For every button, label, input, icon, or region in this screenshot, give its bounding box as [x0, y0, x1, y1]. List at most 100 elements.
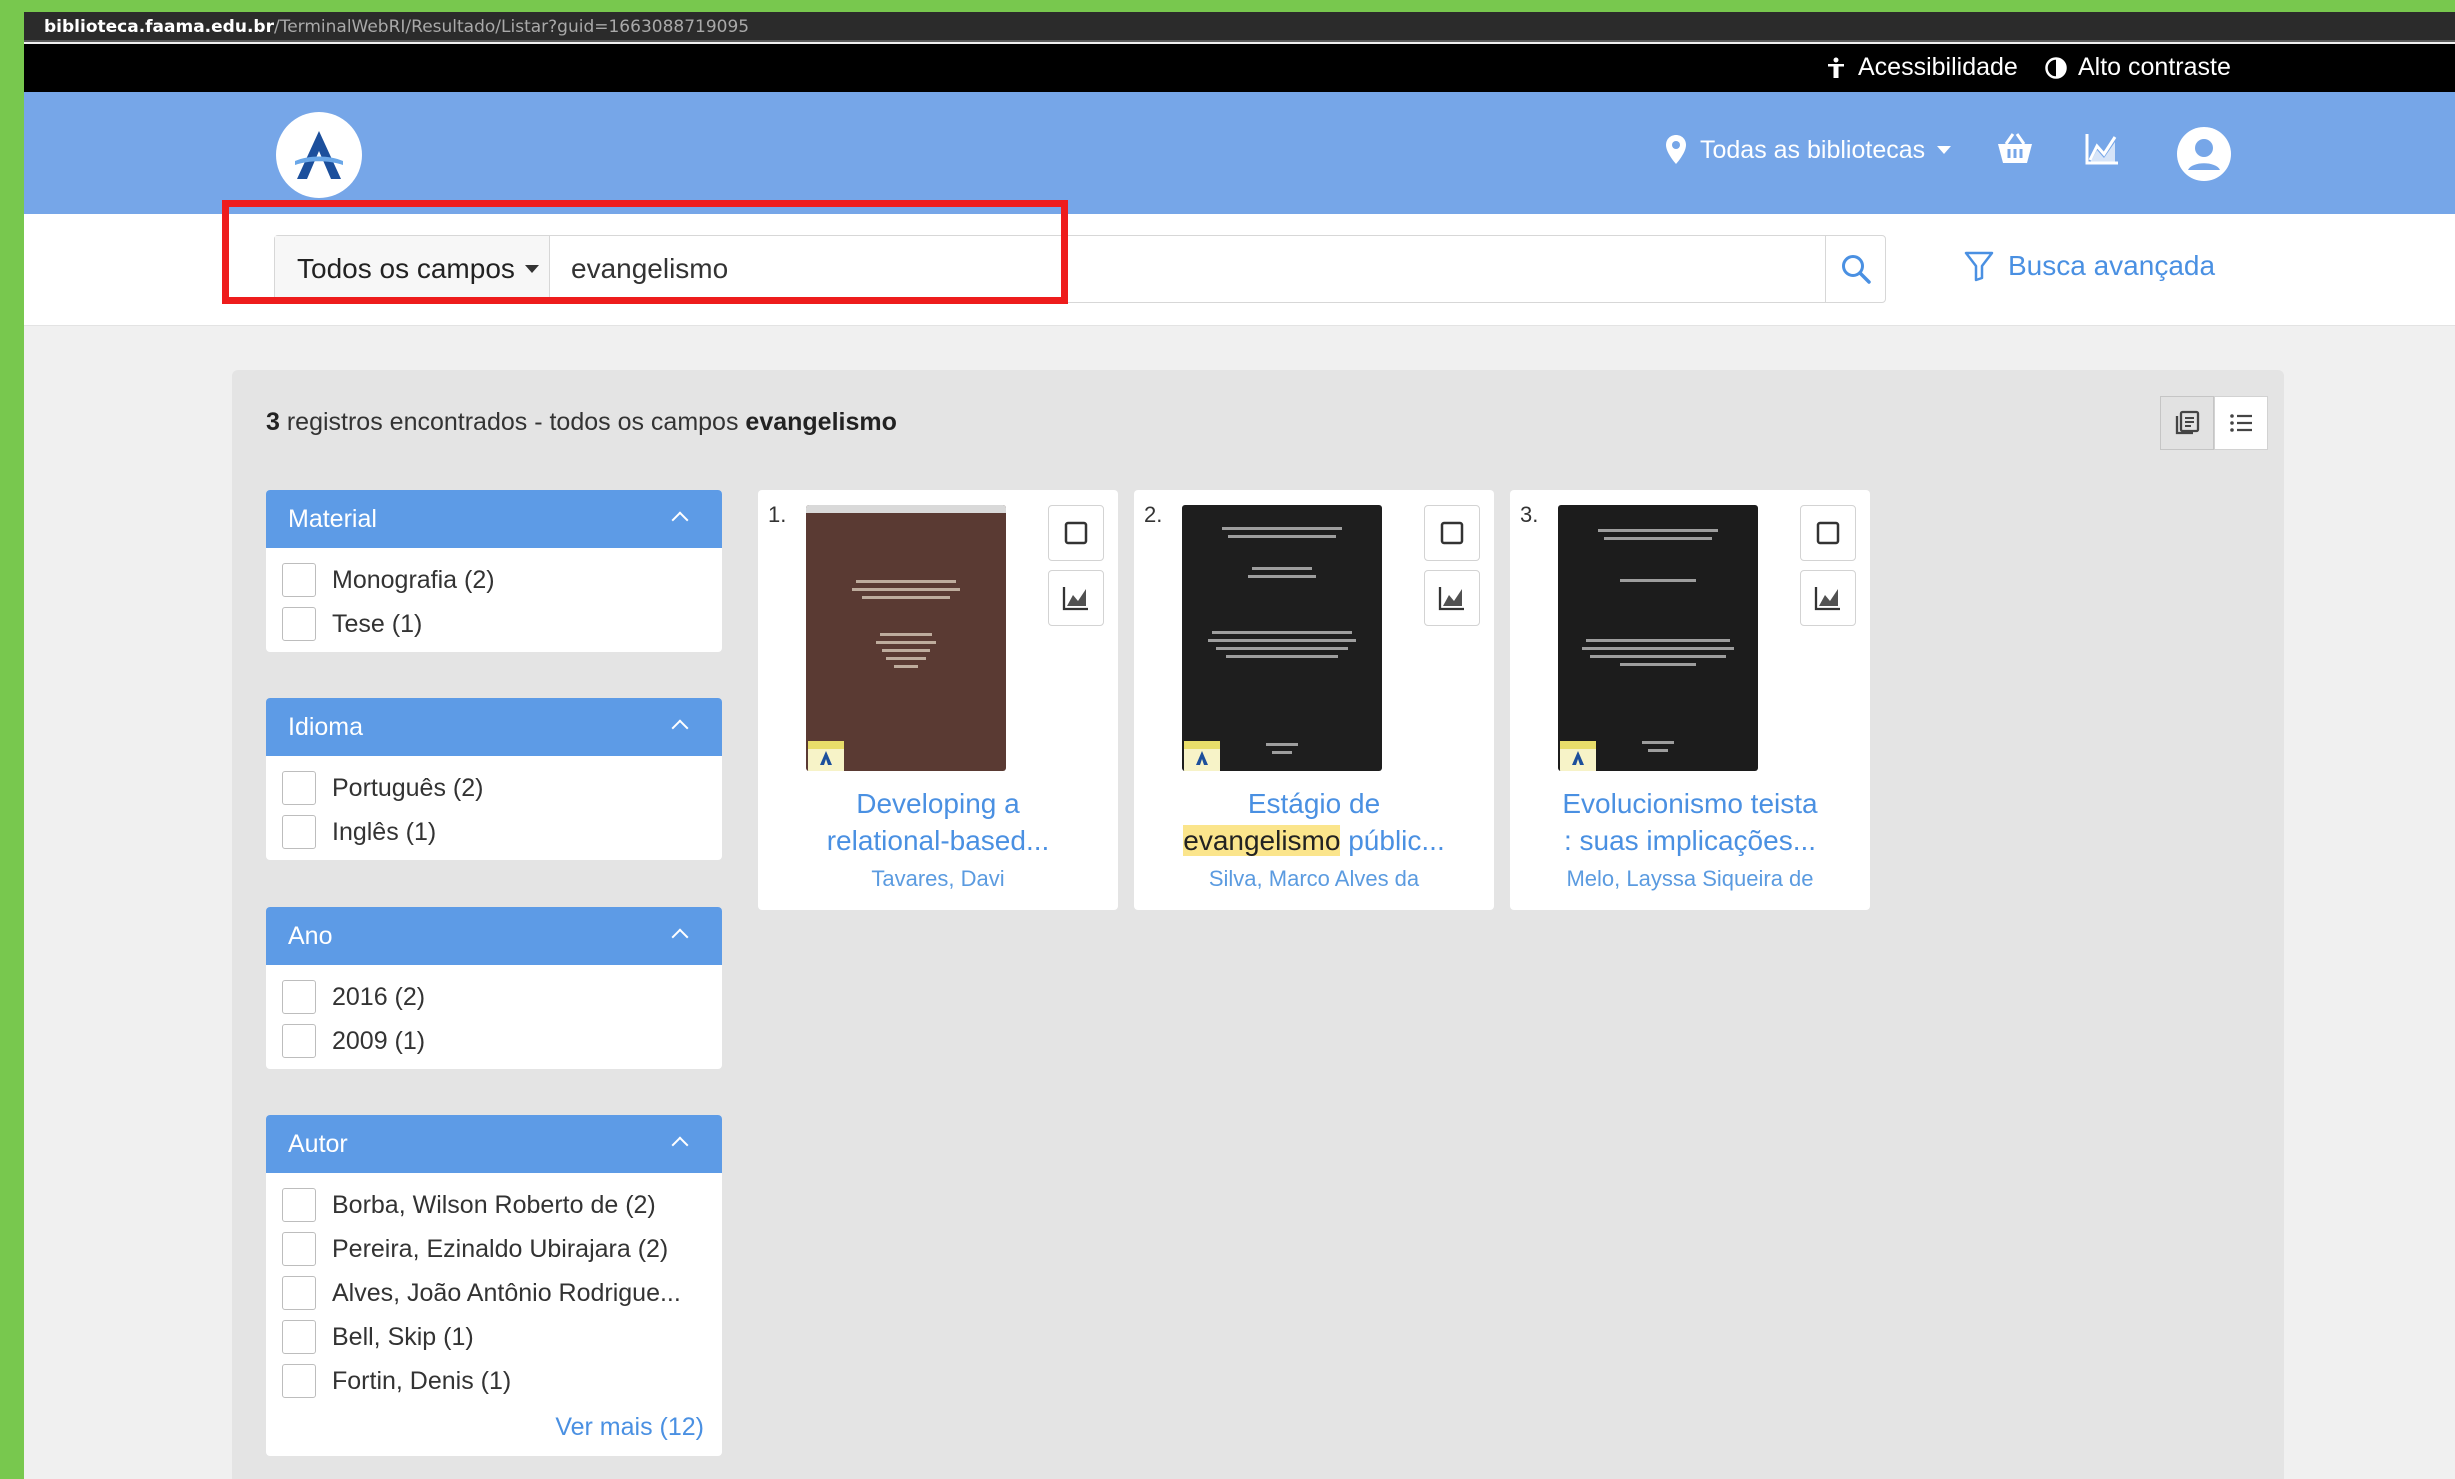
result-title[interactable]: Estágio de evangelismo públic...: [1134, 785, 1494, 859]
select-checkbox-button[interactable]: [1800, 505, 1856, 561]
facet-option[interactable]: Bell, Skip (1): [266, 1315, 722, 1359]
list-view-button[interactable]: [2214, 396, 2268, 450]
facet-option[interactable]: Alves, João Antônio Rodrigue...: [266, 1271, 722, 1315]
book-cover-image: [1558, 505, 1758, 771]
facet-title: Autor: [288, 1129, 348, 1158]
user-avatar-icon: [2177, 127, 2231, 181]
basket-button[interactable]: [1996, 132, 2034, 166]
results-count: 3: [266, 408, 280, 436]
site-header: Todas as bibliotecas: [24, 92, 2455, 214]
result-card[interactable]: 1. Developing a relational-based... Tava…: [758, 490, 1118, 910]
book-cover-image: [1182, 505, 1382, 771]
highlight-annotation: [222, 200, 1068, 304]
book-cover[interactable]: [1558, 505, 1758, 771]
results-summary-text: registros encontrados - todos os campos: [279, 408, 746, 436]
checkbox[interactable]: [282, 815, 316, 849]
facet-option[interactable]: 2016 (2): [266, 975, 722, 1019]
book-cover[interactable]: [806, 505, 1006, 771]
facet-option[interactable]: Borba, Wilson Roberto de (2): [266, 1183, 722, 1227]
show-more-link[interactable]: Ver mais (12): [266, 1413, 722, 1442]
facet-option[interactable]: Tese (1): [266, 602, 722, 646]
accessibility-link[interactable]: Acessibilidade: [1824, 53, 2018, 82]
result-author[interactable]: Silva, Marco Alves da: [1134, 866, 1494, 892]
advanced-search-link[interactable]: Busca avançada: [1964, 250, 2215, 282]
facet-header-idioma[interactable]: Idioma: [266, 698, 722, 756]
result-title[interactable]: Evolucionismo teista : suas implicações.…: [1510, 785, 1870, 859]
chevron-up-icon: [671, 719, 689, 737]
location-pin-icon: [1666, 135, 1686, 164]
facet-title: Ano: [288, 921, 333, 950]
checkbox[interactable]: [282, 1320, 316, 1354]
facet-title: Material: [288, 504, 377, 533]
facet-option[interactable]: Monografia (2): [266, 558, 722, 602]
result-title-line2: : suas implicações...: [1563, 825, 1817, 856]
checkbox[interactable]: [282, 1024, 316, 1058]
library-logo[interactable]: [276, 112, 362, 198]
view-toggle: [2160, 396, 2268, 450]
result-title[interactable]: Developing a relational-based...: [758, 785, 1118, 859]
results-summary: 3 registros encontrados - todos os campo…: [266, 408, 897, 437]
checkbox[interactable]: [282, 771, 316, 805]
url-host: biblioteca.faama.edu.br: [44, 17, 274, 37]
address-bar[interactable]: biblioteca.faama.edu.br/TerminalWebRI/Re…: [24, 12, 2455, 42]
logo-mark-icon: [295, 131, 343, 179]
checkbox[interactable]: [282, 563, 316, 597]
facet-header-autor[interactable]: Autor: [266, 1115, 722, 1173]
chevron-up-icon: [671, 928, 689, 946]
checkbox[interactable]: [282, 1276, 316, 1310]
book-cover-image: [806, 505, 1006, 771]
book-cover[interactable]: [1182, 505, 1382, 771]
grid-view-button[interactable]: [2160, 396, 2214, 450]
result-number: 2.: [1144, 502, 1163, 527]
checkbox[interactable]: [282, 980, 316, 1014]
result-number: 3.: [1520, 502, 1539, 527]
result-number: 1.: [768, 502, 787, 527]
facet-option-label: Monografia (2): [332, 565, 495, 594]
book-list-icon: [2175, 410, 2200, 435]
square-checkbox-icon: [1064, 521, 1088, 545]
url-path: /TerminalWebRI/Resultado/Listar?guid=166…: [273, 17, 750, 37]
checkbox[interactable]: [282, 1232, 316, 1266]
facet-header-ano[interactable]: Ano: [266, 907, 722, 965]
square-checkbox-icon: [1816, 521, 1840, 545]
facet-header-material[interactable]: Material: [266, 490, 722, 548]
high-contrast-label: Alto contraste: [2078, 53, 2231, 81]
facet-option-label: Tese (1): [332, 609, 423, 638]
search-button[interactable]: [1825, 236, 1885, 302]
facet-option[interactable]: Inglês (1): [266, 810, 722, 854]
statistics-button[interactable]: [1800, 570, 1856, 626]
facet-option[interactable]: Português (2): [266, 766, 722, 810]
statistics-button[interactable]: [1424, 570, 1480, 626]
chart-icon: [1814, 587, 1840, 611]
list-icon: [2230, 414, 2252, 432]
statistics-button[interactable]: [2084, 132, 2120, 166]
basket-icon: [1998, 133, 2032, 163]
checkbox[interactable]: [282, 607, 316, 641]
accessibility-icon: [1828, 57, 1844, 78]
facet-option-label: 2009 (1): [332, 1026, 426, 1055]
facet-option-label: Borba, Wilson Roberto de (2): [332, 1190, 656, 1219]
user-button[interactable]: [2176, 126, 2232, 182]
result-author[interactable]: Tavares, Davi: [758, 866, 1118, 892]
accessibility-bar: Acessibilidade Alto contraste: [24, 44, 2455, 92]
library-selector[interactable]: Todas as bibliotecas: [1664, 134, 1952, 166]
accessibility-label: Acessibilidade: [1858, 53, 2018, 81]
facet-idioma: Idioma Português (2) Inglês (1): [266, 698, 722, 860]
facet-option[interactable]: Pereira, Ezinaldo Ubirajara (2): [266, 1227, 722, 1271]
facet-option[interactable]: 2009 (1): [266, 1019, 722, 1063]
checkbox[interactable]: [282, 1364, 316, 1398]
chart-icon: [1062, 587, 1088, 611]
advanced-search-label: Busca avançada: [2008, 250, 2216, 281]
result-card[interactable]: 3. Evolucionismo teista: suas implicaçõ…: [1510, 490, 1870, 910]
select-checkbox-button[interactable]: [1048, 505, 1104, 561]
results-panel: 3 registros encontrados - todos os campo…: [232, 370, 2284, 1479]
facet-option-label: Português (2): [332, 773, 484, 802]
result-author[interactable]: Melo, Layssa Siqueira de: [1510, 866, 1870, 892]
result-card[interactable]: 2. Estágio de evangelismo públic... Silv…: [1134, 490, 1494, 910]
select-checkbox-button[interactable]: [1424, 505, 1480, 561]
high-contrast-link[interactable]: Alto contraste: [2044, 53, 2231, 82]
facet-option[interactable]: Fortin, Denis (1): [266, 1359, 722, 1403]
result-title-line1: Evolucionismo teista: [1562, 788, 1818, 819]
checkbox[interactable]: [282, 1188, 316, 1222]
statistics-button[interactable]: [1048, 570, 1104, 626]
